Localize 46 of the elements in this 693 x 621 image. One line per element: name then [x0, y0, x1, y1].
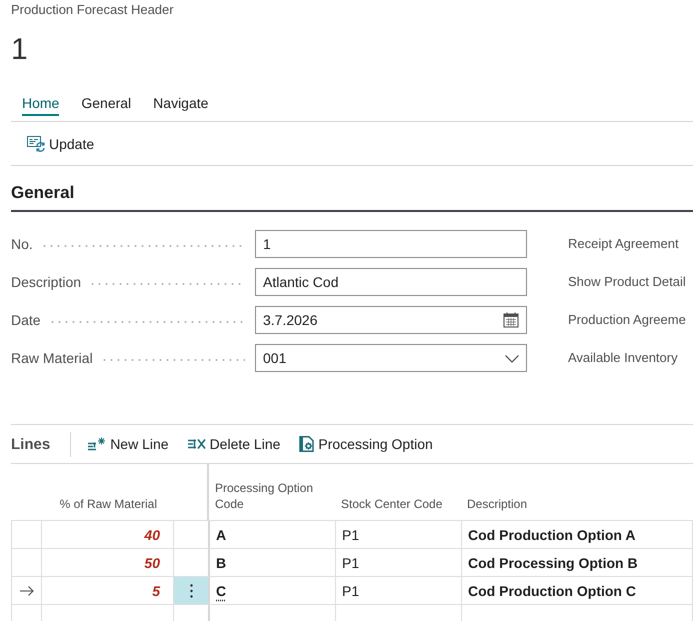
field-label: Description	[11, 274, 82, 290]
field-label: Date	[11, 312, 41, 328]
table-cell: Cod Production Option A	[462, 521, 693, 548]
table-cell: B	[216, 554, 226, 570]
calendar-icon[interactable]	[503, 312, 519, 328]
text-field[interactable]: 1	[255, 230, 527, 258]
field-label: Raw Material	[11, 350, 93, 366]
dropdown-field[interactable]: 001	[255, 344, 527, 372]
document-refresh-icon	[27, 136, 45, 152]
toolbar-button[interactable]: Processing Option	[297, 434, 435, 454]
table-cell: 50	[42, 549, 174, 576]
lines-asterisk-icon	[88, 437, 106, 451]
field-label: Production Agreeme	[567, 311, 686, 329]
table-cell: P1	[336, 549, 462, 576]
table-cell: Cod Production Option C	[462, 577, 693, 604]
table-cell: 40	[42, 521, 174, 548]
vertical-dots-icon	[190, 584, 192, 598]
document-gear-icon	[299, 436, 314, 452]
toolbar-button[interactable]: New Line	[86, 434, 171, 454]
record-title: 1	[11, 32, 28, 68]
update-button[interactable]: Update	[25, 134, 96, 154]
table-cell: P1	[336, 577, 462, 604]
field-label: Show Product Detail	[567, 273, 686, 291]
section-title: Lines	[11, 436, 50, 452]
field-label: No.	[11, 236, 33, 252]
ribbon-tab[interactable]: General	[81, 92, 132, 116]
date-field[interactable]: 3.7.2026	[255, 306, 527, 334]
ribbon-tab[interactable]: Navigate	[153, 92, 208, 116]
column-header[interactable]: Stock Center Code	[341, 496, 442, 512]
column-header[interactable]: Processing Option Code	[215, 480, 329, 512]
field-label: Receipt Agreement	[567, 235, 679, 253]
text-field[interactable]: Atlantic Cod	[255, 268, 527, 296]
arrow-right-icon	[20, 586, 34, 596]
toolbar-button[interactable]: Delete Line	[186, 434, 282, 454]
section-header: General	[11, 166, 693, 212]
field-label: Available Inventory	[567, 349, 678, 367]
table-cell: Cod Processing Option B	[462, 549, 693, 576]
column-header[interactable]: Description	[467, 496, 528, 512]
table-cell: C	[216, 582, 226, 598]
ribbon-tab[interactable]: Home	[22, 92, 60, 116]
table-cell: A	[216, 526, 226, 542]
lines-cross-icon	[188, 437, 206, 451]
table-cell: P1	[336, 521, 462, 548]
column-header[interactable]: % of Raw Material	[60, 496, 157, 512]
page-caption: Production Forecast Header	[11, 1, 174, 19]
chevron-down-icon[interactable]	[505, 355, 519, 363]
